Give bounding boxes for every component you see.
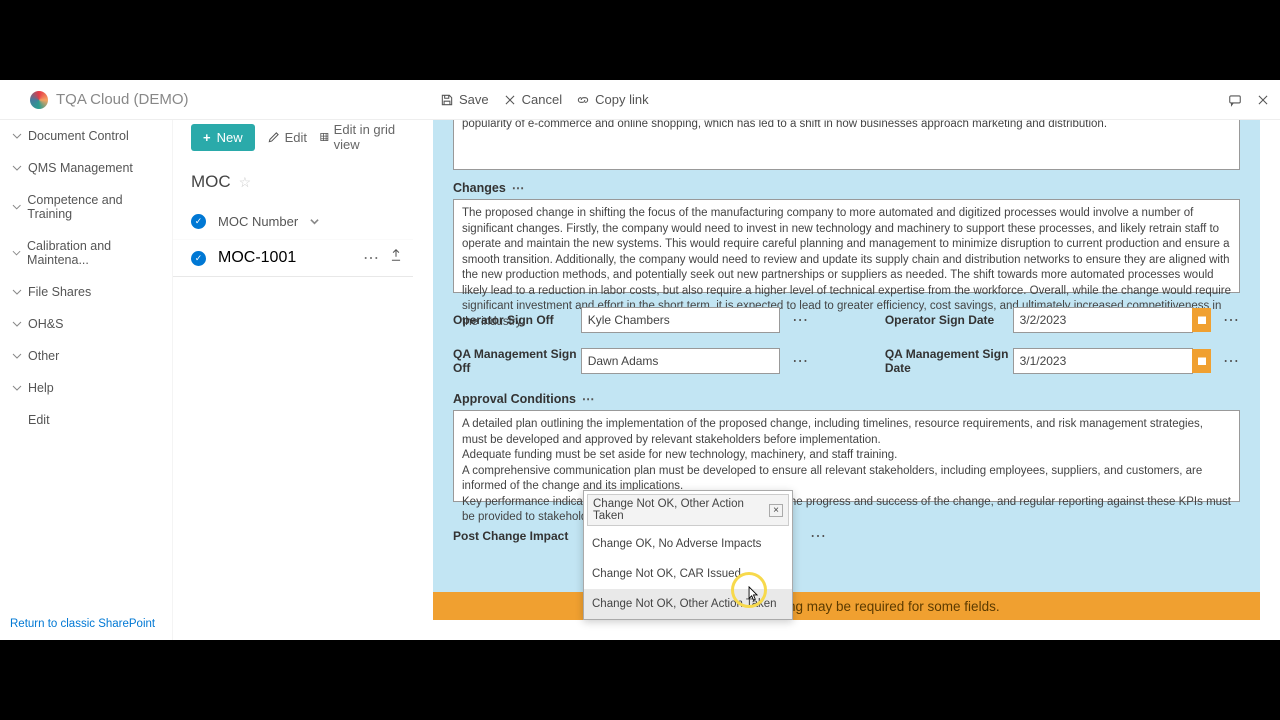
form-pane: increasing demand for sustainable and ec… (413, 120, 1280, 640)
cancel-icon (503, 93, 517, 107)
operator-more-icon[interactable]: ⋯ (792, 310, 809, 330)
scroll-notice: Additonal scrolling may be required for … (433, 592, 1260, 620)
list-header: MOC Number (173, 204, 413, 239)
list-title: MOC☆ (173, 152, 413, 204)
brand: TQA Cloud (DEMO) (0, 91, 420, 109)
sidebar-item-edit[interactable]: Edit (0, 404, 172, 436)
edit-grid-button[interactable]: Edit in grid view (319, 122, 403, 152)
brand-text: TQA Cloud (DEMO) (56, 91, 189, 108)
row-title: MOC-1001 (218, 249, 296, 267)
dropdown-option[interactable]: Change Not OK, Other Action Taken (584, 589, 792, 619)
sidebar-item-help[interactable]: Help (0, 372, 172, 404)
save-icon (440, 93, 454, 107)
more-icon[interactable]: ⋯ (363, 248, 379, 268)
edit-button[interactable]: Edit (267, 130, 307, 145)
qa-signoff-input[interactable] (581, 348, 780, 374)
list-column: +New Edit Edit in grid view MOC☆ MOC Num… (173, 120, 413, 640)
star-icon[interactable]: ☆ (239, 174, 252, 191)
post-change-label: Post Change Impact (453, 529, 588, 543)
post-change-more-icon[interactable]: ⋯ (810, 526, 827, 546)
chevron-down-icon[interactable] (310, 217, 319, 226)
changes-text[interactable]: The proposed change in shifting the focu… (453, 199, 1240, 293)
left-sidebar: Document Control QMS Management Competen… (0, 120, 173, 640)
top-bar: TQA Cloud (DEMO) Save Cancel Copy link (0, 80, 1280, 120)
approval-label: Approval Conditions (453, 392, 576, 406)
calendar-icon[interactable] (1192, 308, 1211, 332)
list-row[interactable]: MOC-1001 ⋯ (173, 239, 413, 277)
cancel-button[interactable]: Cancel (503, 92, 562, 107)
sidebar-item-other[interactable]: Other (0, 340, 172, 372)
share-icon[interactable] (389, 248, 403, 262)
close-icon[interactable] (1256, 93, 1270, 107)
sidebar-item-competence[interactable]: Competence and Training (0, 184, 172, 230)
approval-more-icon[interactable]: ⋯ (582, 391, 596, 406)
sidebar-item-file-shares[interactable]: File Shares (0, 276, 172, 308)
changes-label: Changes (453, 181, 506, 195)
cancel-label: Cancel (522, 92, 562, 107)
copy-link-button[interactable]: Copy link (576, 92, 648, 107)
new-button[interactable]: +New (191, 124, 255, 151)
qa-more-icon[interactable]: ⋯ (792, 351, 809, 371)
changes-more-icon[interactable]: ⋯ (512, 180, 526, 195)
qa-date-label: QA Management Sign Date (885, 347, 1013, 375)
column-header[interactable]: MOC Number (218, 214, 298, 229)
select-all-toggle[interactable] (191, 214, 206, 229)
calendar-icon[interactable] (1192, 349, 1211, 373)
qa-date-more-icon[interactable]: ⋯ (1223, 351, 1240, 371)
sidebar-item-qms[interactable]: QMS Management (0, 152, 172, 184)
row-select-toggle[interactable] (191, 251, 206, 266)
clear-selection-icon[interactable]: × (769, 504, 783, 517)
trends-text[interactable]: increasing demand for sustainable and ec… (453, 120, 1240, 170)
approval-text[interactable]: A detailed plan outlining the implementa… (453, 410, 1240, 502)
copy-link-label: Copy link (595, 92, 648, 107)
dropdown-selected-tag: Change Not OK, Other Action Taken × (587, 494, 789, 526)
operator-date-input[interactable] (1013, 307, 1194, 333)
sidebar-item-calibration[interactable]: Calibration and Maintena... (0, 230, 172, 276)
operator-date-more-icon[interactable]: ⋯ (1223, 310, 1240, 330)
operator-signoff-input[interactable] (581, 307, 780, 333)
dropdown-option[interactable]: Change Not OK, CAR Issued (584, 559, 792, 589)
link-icon (576, 93, 590, 107)
qa-date-input[interactable] (1013, 348, 1194, 374)
return-classic-link[interactable]: Return to classic SharePoint (10, 618, 155, 630)
sidebar-item-ohs[interactable]: OH&S (0, 308, 172, 340)
dropdown-option[interactable]: Change OK, No Adverse Impacts (584, 529, 792, 559)
qa-signoff-label: QA Management Sign Off (453, 347, 581, 375)
operator-signoff-label: Operator Sign Off (453, 313, 581, 327)
operator-date-label: Operator Sign Date (885, 313, 1013, 327)
post-change-dropdown[interactable]: Change Not OK, Other Action Taken × Chan… (583, 490, 793, 620)
brand-logo-icon (30, 91, 48, 109)
sidebar-item-document-control[interactable]: Document Control (0, 120, 172, 152)
save-label: Save (459, 92, 489, 107)
comment-icon[interactable] (1228, 93, 1242, 107)
save-button[interactable]: Save (440, 92, 489, 107)
